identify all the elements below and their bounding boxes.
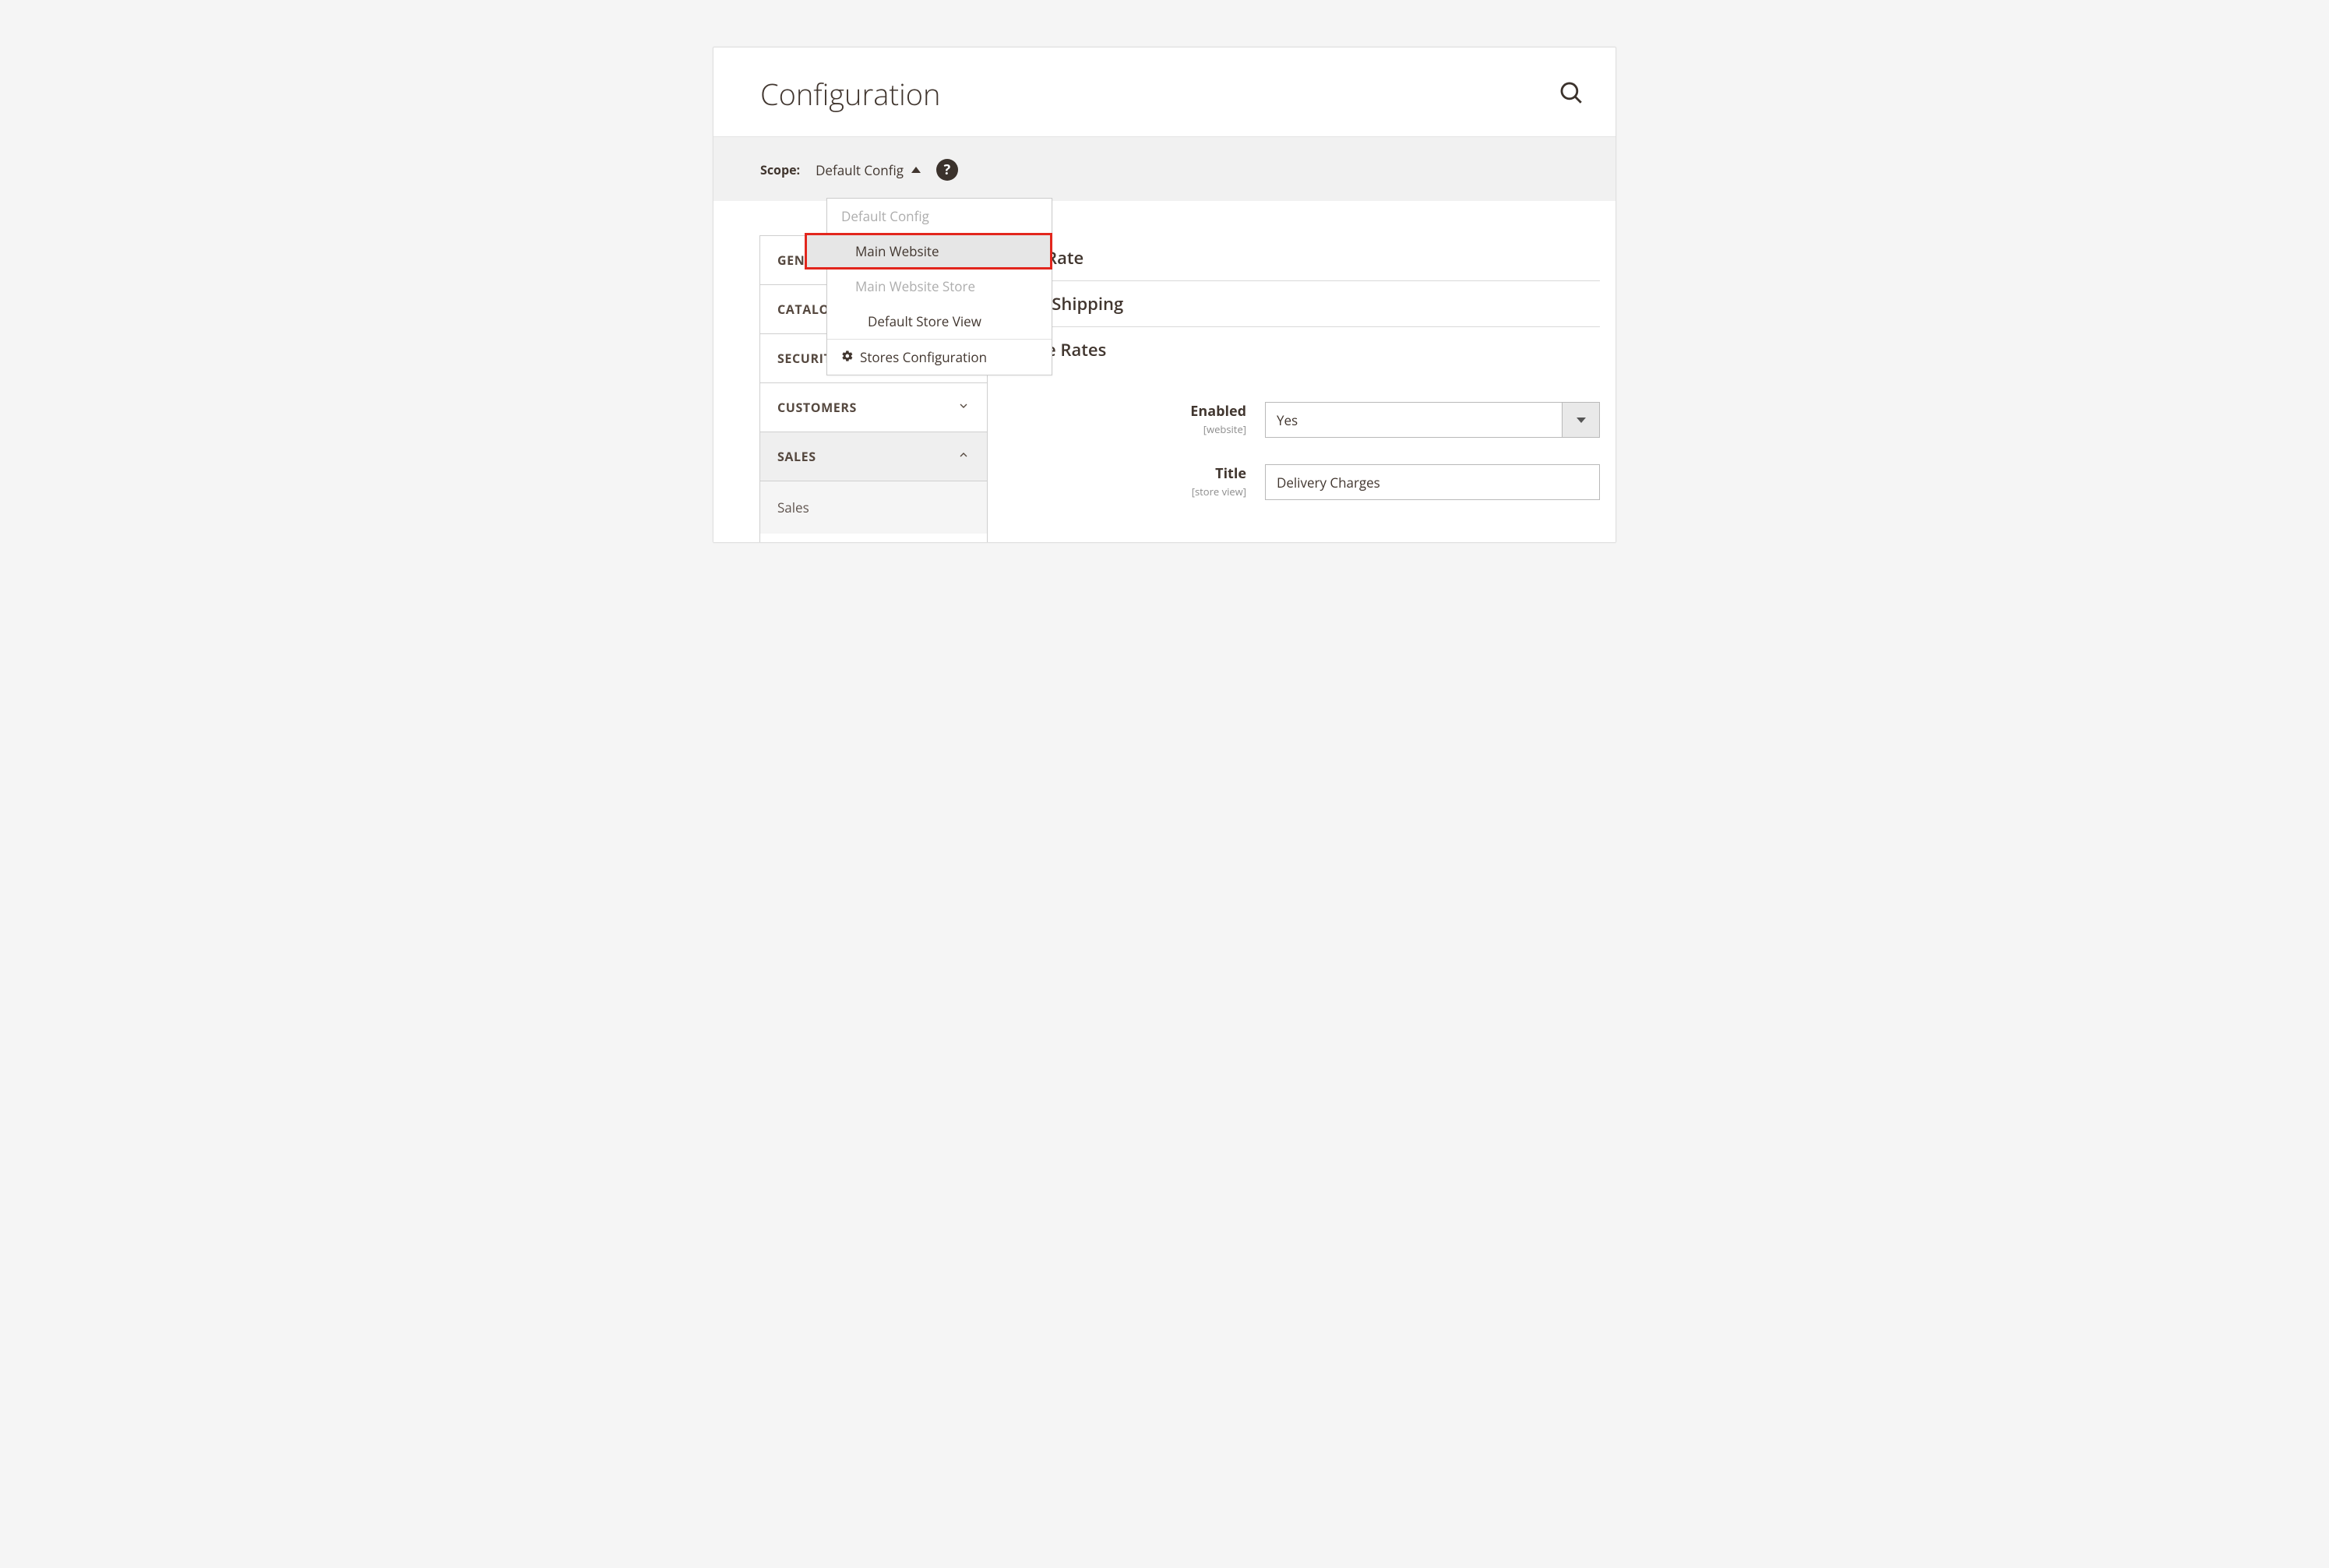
gear-icon [841,348,854,366]
sidebar-subitem-sales[interactable]: Sales [760,481,987,534]
scope-label: Scope: [760,161,800,178]
caret-up-icon [911,167,921,173]
chevron-up-icon [957,448,970,465]
scope-option-default-store-view[interactable]: Default Store View [827,304,1052,339]
page-title: Configuration [760,74,940,115]
page-header: Configuration [713,48,1616,136]
title-label: Title [1215,464,1246,483]
section-free-shipping[interactable]: Free Shipping [1011,281,1600,327]
enabled-scope-hint: [website] [1011,422,1246,436]
scope-option-main-website-store: Main Website Store [827,269,1052,304]
scope-option-stores-configuration[interactable]: Stores Configuration [827,339,1052,375]
sidebar-item-label: CUSTOMERS [777,399,857,416]
scope-selected-value: Default Config [816,161,904,179]
main-column: Flat Rate Free Shipping Table Rates Enab… [988,201,1616,542]
section-table-rates[interactable]: Table Rates [1011,327,1600,372]
enabled-select[interactable]: Yes [1265,402,1600,438]
scope-option-main-website[interactable]: Main Website [805,234,1052,269]
sidebar-item-customers[interactable]: CUSTOMERS [760,383,987,432]
search-icon[interactable] [1558,79,1584,110]
help-icon[interactable]: ? [936,159,958,181]
scope-option-default-config: Default Config [827,199,1052,234]
enabled-select-button[interactable] [1562,403,1599,437]
config-page-card: Configuration Scope: Default Config ? De… [713,47,1616,543]
sidebar-item-sales[interactable]: SALES [760,432,987,481]
enabled-label: Enabled [1190,402,1246,421]
sidebar-item-label: SALES [777,448,816,465]
title-input[interactable] [1265,464,1600,500]
section-flat-rate[interactable]: Flat Rate [1011,235,1600,281]
scope-bar: Scope: Default Config ? Default Config M… [713,136,1616,201]
scope-selector[interactable]: Default Config [816,161,921,179]
form-row-title: Title [store view] [1011,464,1600,500]
form-row-enabled: Enabled [website] Yes [1011,402,1600,438]
title-scope-hint: [store view] [1011,484,1246,499]
enabled-select-value: Yes [1266,403,1562,437]
scope-dropdown: Default Config Main Website Main Website… [826,198,1052,375]
caret-down-icon [1577,418,1586,423]
chevron-down-icon [957,399,970,416]
table-rates-form: Enabled [website] Yes Titl [1011,402,1600,500]
